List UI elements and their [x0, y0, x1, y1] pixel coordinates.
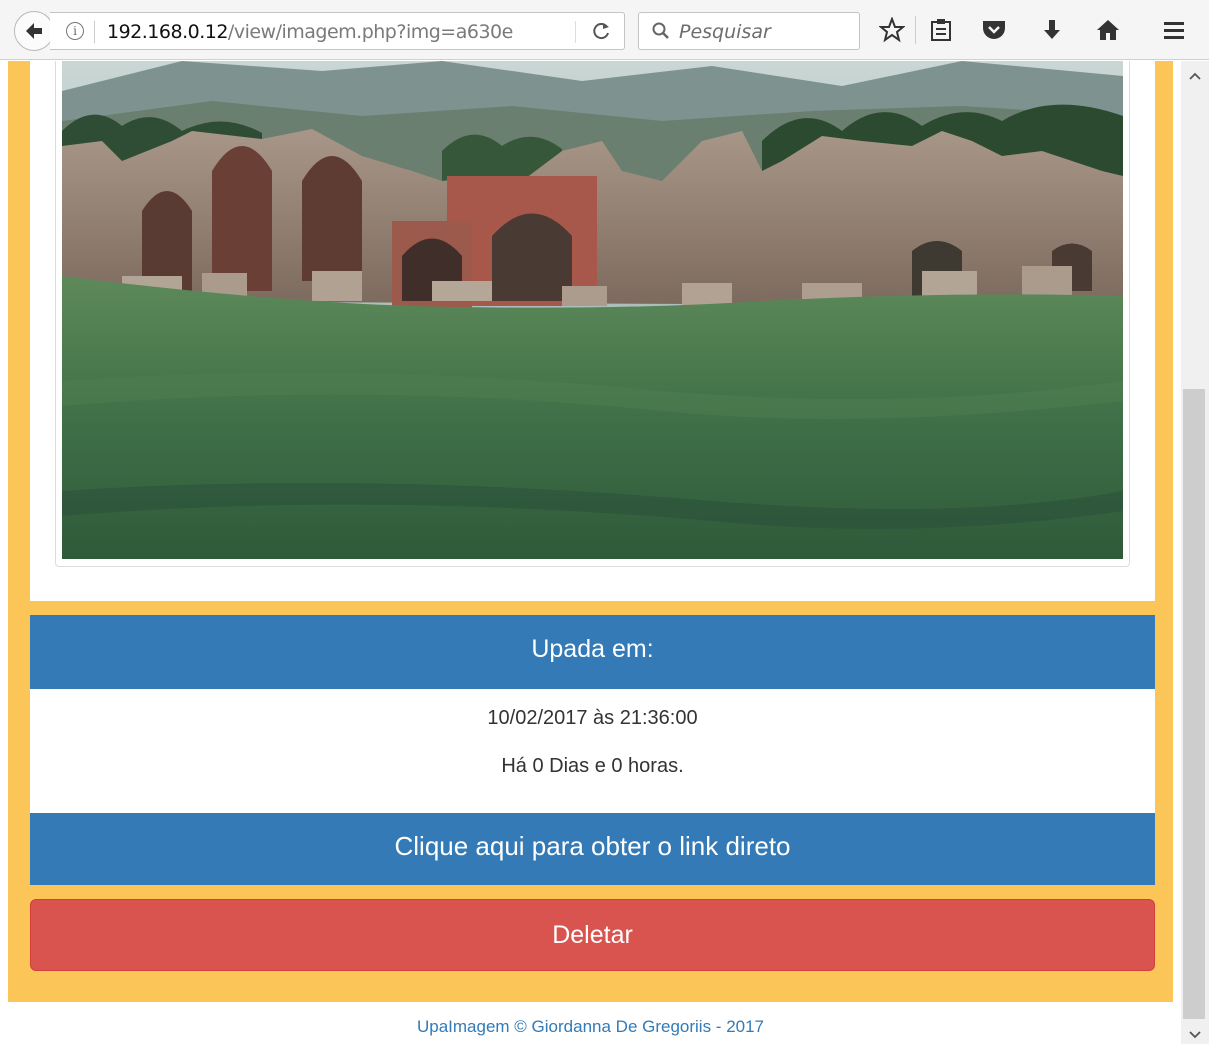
download-icon[interactable] — [1038, 16, 1066, 44]
home-icon[interactable] — [1094, 16, 1122, 44]
toolbar-divider — [915, 16, 916, 44]
url-path: /view/imagem.php?img=a630e — [227, 21, 513, 43]
footer-text: UpaImagem © Giordanna De Gregoriis - 201… — [416, 1017, 765, 1036]
uploaded-image[interactable] — [62, 61, 1123, 559]
scroll-up-arrow-icon[interactable] — [1181, 67, 1209, 85]
bookmark-star-icon[interactable] — [878, 16, 906, 44]
upload-heading: Upada em: — [30, 615, 1155, 689]
upload-info-panel: Upada em: 10/02/2017 às 21:36:00 Há 0 Di… — [30, 615, 1155, 885]
upload-age: Há 0 Dias e 0 horas. — [501, 755, 684, 777]
arrow-left-icon — [26, 23, 42, 39]
menu-icon[interactable] — [1160, 16, 1188, 44]
direct-link-button[interactable]: Clique aqui para obter o link direto — [30, 813, 1155, 885]
search-placeholder: Pesquisar — [679, 21, 771, 43]
address-bar[interactable]: i 192.168.0.12/view/imagem.php?img=a630e — [50, 12, 625, 50]
page-scrollbar[interactable] — [1181, 61, 1209, 1044]
scroll-down-arrow-icon[interactable] — [1181, 1027, 1209, 1043]
url-text[interactable]: 192.168.0.12/view/imagem.php?img=a630e — [107, 21, 535, 43]
delete-button[interactable]: Deletar — [30, 899, 1155, 971]
search-bar[interactable]: Pesquisar — [638, 12, 860, 50]
reload-icon[interactable] — [590, 18, 612, 50]
upload-datetime: 10/02/2017 às 21:36:00 — [487, 707, 698, 729]
search-icon — [652, 22, 669, 39]
back-button[interactable] — [14, 11, 54, 51]
scrollbar-thumb[interactable] — [1183, 389, 1205, 1019]
reading-list-icon[interactable] — [927, 16, 955, 44]
info-icon[interactable]: i — [66, 22, 84, 40]
browser-toolbar: i 192.168.0.12/view/imagem.php?img=a630e… — [0, 0, 1209, 60]
url-divider-right — [575, 21, 576, 43]
pocket-icon[interactable] — [980, 16, 1008, 44]
page-viewport: Upada em: 10/02/2017 às 21:36:00 Há 0 Di… — [0, 61, 1181, 1044]
url-divider — [94, 21, 95, 43]
url-host: 192.168.0.12 — [107, 21, 228, 43]
